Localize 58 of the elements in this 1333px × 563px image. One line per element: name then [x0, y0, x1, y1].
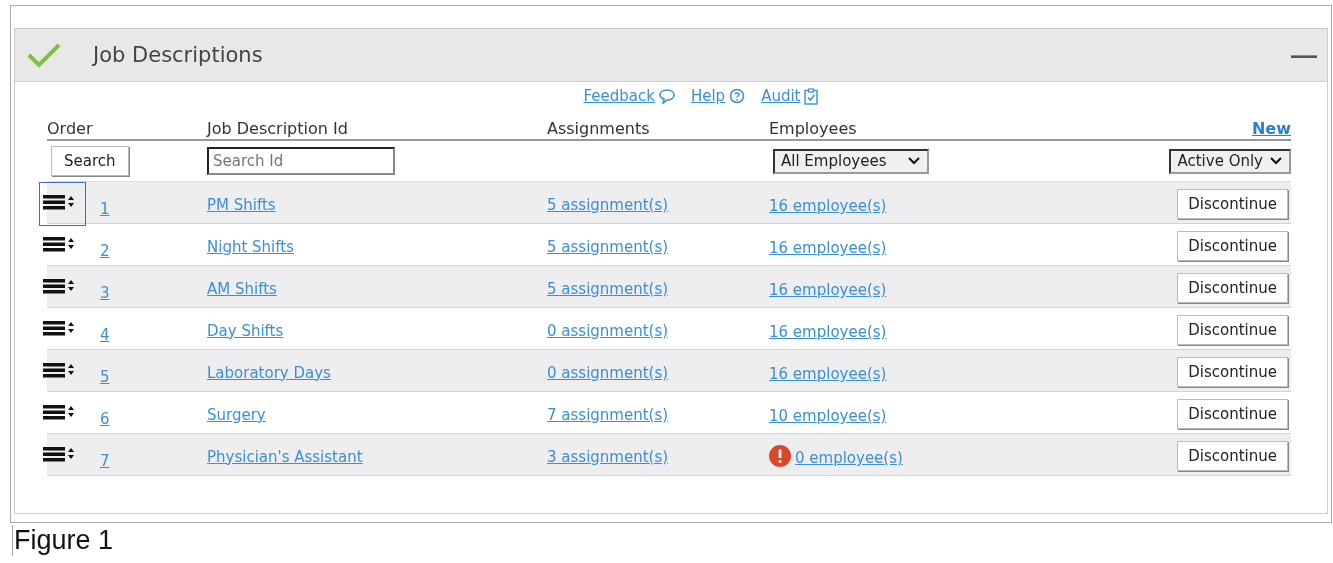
discontinue-button[interactable]: Discontinue [1177, 399, 1288, 429]
discontinue-button[interactable]: Discontinue [1177, 315, 1288, 345]
chevron-down-icon [1269, 156, 1283, 166]
discontinue-button[interactable]: Discontinue [1177, 357, 1288, 387]
employees-link[interactable]: 16 employee(s) [769, 235, 887, 257]
employees-link[interactable]: 16 employee(s) [769, 361, 887, 383]
discontinue-button[interactable]: Discontinue [1177, 273, 1288, 303]
checkmark-icon [27, 42, 61, 68]
figure-caption: Figure 1 [12, 525, 1333, 556]
discontinue-button[interactable]: Discontinue [1177, 189, 1288, 219]
discontinue-button[interactable]: Discontinue [1177, 441, 1288, 471]
clipboard-check-icon [804, 87, 819, 105]
column-header: Employees [769, 119, 858, 138]
job-description-link[interactable]: Surgery [207, 401, 266, 424]
employees-dropdown[interactable]: All Employees [773, 148, 929, 174]
assignments-link[interactable]: 0 assignment(s) [547, 359, 669, 382]
order-link[interactable]: 7 [100, 442, 110, 470]
employees-link[interactable]: 16 employee(s) [769, 319, 887, 341]
search-button[interactable]: Search [51, 146, 129, 176]
order-link[interactable]: 6 [100, 400, 110, 428]
column-header: Order [47, 119, 94, 138]
assignments-link[interactable]: 0 assignment(s) [547, 317, 669, 340]
header-link[interactable]: Help [690, 87, 746, 105]
panel-title: Job Descriptions [93, 43, 264, 67]
employees-link[interactable]: 16 employee(s) [769, 277, 887, 299]
job-description-link[interactable]: Night Shifts [207, 233, 294, 256]
job-description-link[interactable]: Day Shifts [207, 317, 284, 340]
order-link[interactable]: 1 [100, 190, 110, 218]
order-link[interactable]: 5 [100, 358, 110, 386]
job-description-link[interactable]: Physician's Assistant [207, 443, 363, 466]
order-link[interactable]: 4 [100, 316, 110, 344]
assignments-link[interactable]: 7 assignment(s) [547, 401, 669, 424]
employees-link[interactable]: 10 employee(s) [769, 403, 887, 425]
employees-link[interactable]: 16 employee(s) [769, 193, 887, 215]
column-header: Assignments [547, 119, 651, 138]
job-description-link[interactable]: PM Shifts [207, 191, 276, 214]
speech-bubble-icon [658, 88, 675, 104]
job-description-link[interactable]: Laboratory Days [207, 359, 331, 382]
assignments-link[interactable]: 5 assignment(s) [547, 275, 669, 298]
chevron-down-icon [907, 156, 921, 166]
assignments-link[interactable]: 5 assignment(s) [547, 191, 669, 214]
collapse-button[interactable]: — [1291, 42, 1317, 68]
employees-link[interactable]: 0 employee(s) [795, 445, 903, 467]
drag-handle[interactable] [39, 182, 86, 226]
assignments-link[interactable]: 5 assignment(s) [547, 233, 669, 256]
header-link[interactable]: Audit [761, 87, 819, 105]
assignments-link[interactable]: 3 assignment(s) [547, 443, 669, 466]
column-header: Job Description Id [207, 119, 349, 138]
job-description-link[interactable]: AM Shifts [207, 275, 277, 298]
order-link[interactable]: 2 [100, 232, 110, 260]
search-field[interactable]: Search Id [207, 147, 395, 175]
new-link[interactable]: New [1251, 119, 1291, 138]
discontinue-button[interactable]: Discontinue [1177, 231, 1288, 261]
help-icon [729, 88, 746, 104]
status-dropdown[interactable]: Active Only [1169, 148, 1291, 174]
order-link[interactable]: 3 [100, 274, 110, 302]
warning-icon [769, 445, 791, 467]
header-link[interactable]: Feedback [583, 87, 675, 105]
